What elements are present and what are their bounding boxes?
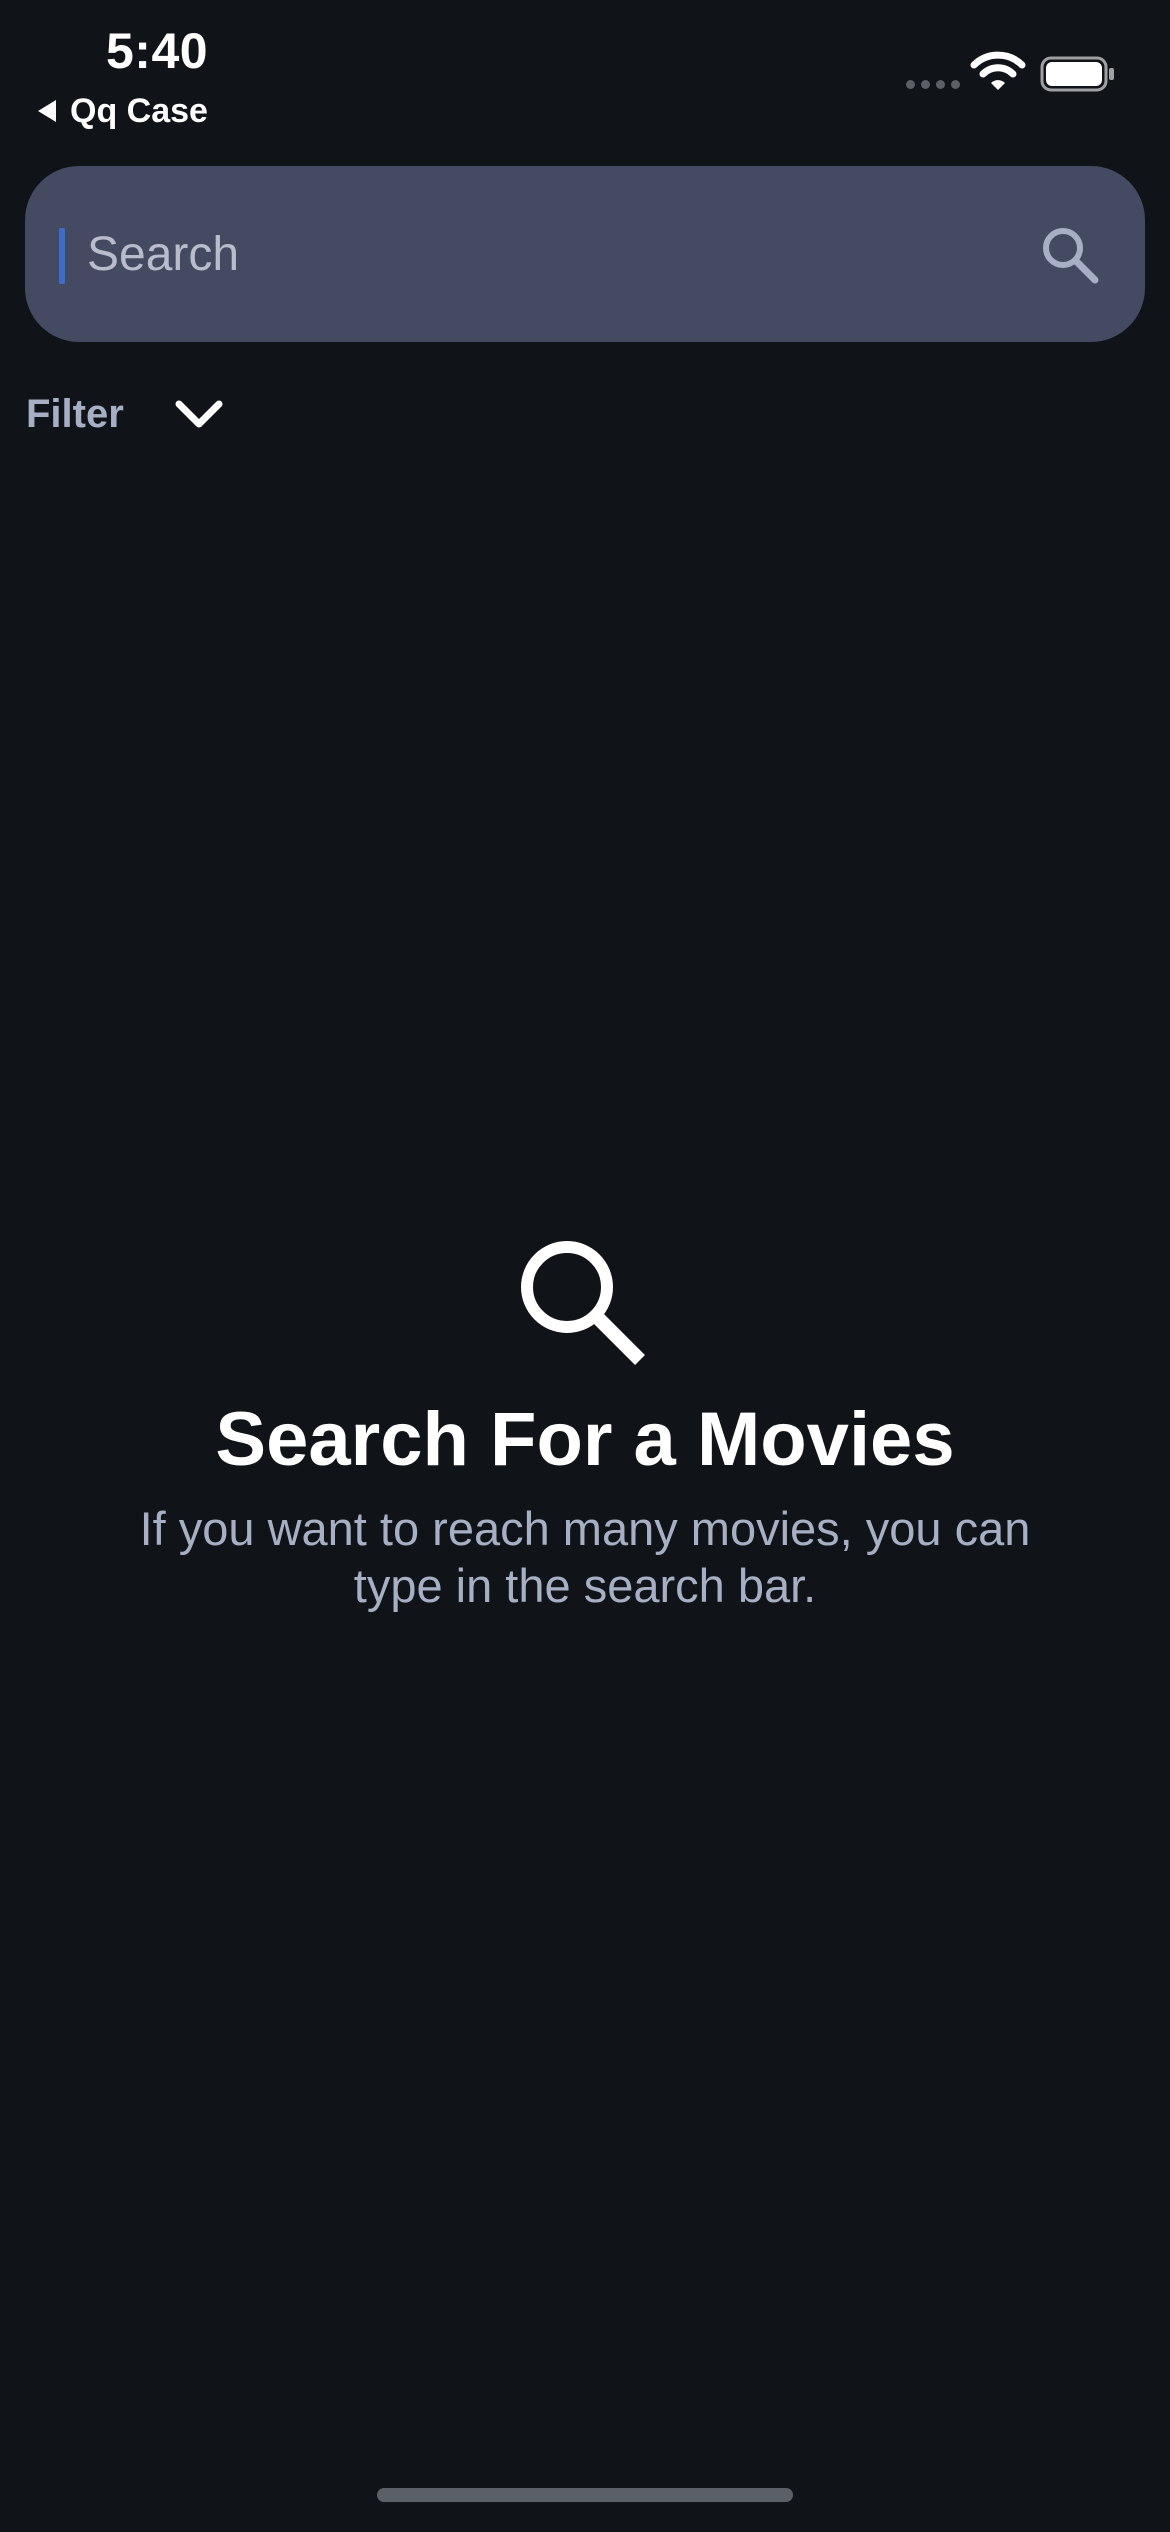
home-indicator[interactable] bbox=[377, 2488, 793, 2502]
filter-label: Filter bbox=[26, 391, 124, 436]
status-time: 5:40 bbox=[106, 23, 209, 79]
battery-icon bbox=[1040, 56, 1114, 92]
empty-state-title: Search For a Movies bbox=[215, 1397, 955, 1482]
movie-search-screen: 5:40 Qq Case Filter Search For bbox=[0, 0, 1170, 2532]
search-icon bbox=[521, 1241, 645, 1365]
chevron-down-icon bbox=[175, 400, 223, 428]
back-to-app-link[interactable]: Qq Case bbox=[38, 90, 208, 132]
search-bar bbox=[25, 166, 1145, 342]
search-icon[interactable] bbox=[1039, 224, 1101, 286]
signal-dots-icon bbox=[906, 80, 960, 89]
back-arrow-icon bbox=[38, 100, 56, 122]
back-app-label: Qq Case bbox=[70, 91, 208, 130]
search-input[interactable] bbox=[59, 166, 1019, 342]
wifi-icon bbox=[970, 51, 1026, 90]
empty-state-subtitle: If you want to reach many movies, you ca… bbox=[139, 1502, 1031, 1612]
filter-toggle[interactable]: Filter bbox=[26, 382, 224, 446]
